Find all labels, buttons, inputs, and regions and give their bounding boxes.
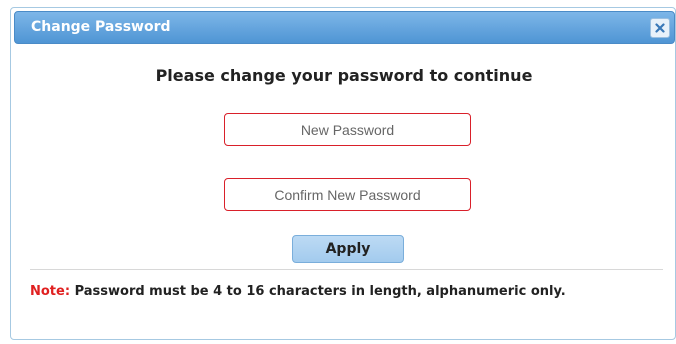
note-label: Note: [30,284,71,299]
new-password-input[interactable] [224,113,471,146]
close-icon [655,23,665,33]
change-password-dialog: Change Password Please change your passw… [10,7,676,340]
dialog-titlebar[interactable]: Change Password [14,11,675,44]
close-button[interactable] [650,18,670,38]
password-note: Note: Password must be 4 to 16 character… [30,284,566,299]
dialog-title: Change Password [31,19,171,35]
divider [30,269,663,270]
apply-button[interactable]: Apply [292,235,404,263]
dialog-heading: Please change your password to continue [155,66,533,85]
note-text: Password must be 4 to 16 characters in l… [70,284,566,299]
confirm-password-input[interactable] [224,178,471,211]
